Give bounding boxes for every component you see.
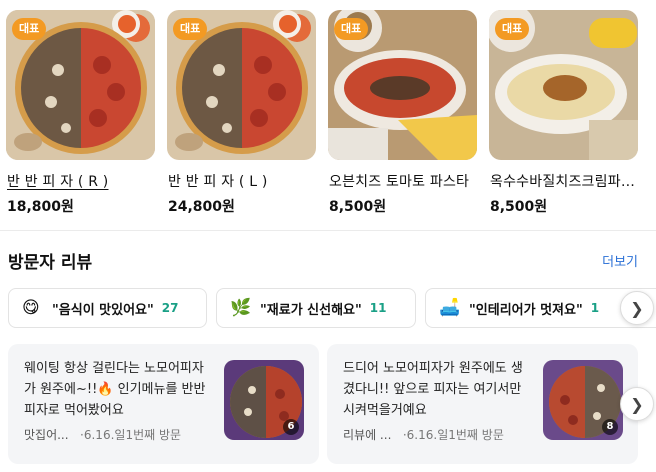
photo-count-badge: 8 [602,419,618,435]
review-card[interactable]: 드디어 노모어피자가 원주에도 생겼다니!! 앞으로 피자는 여기서만 시켜먹을… [327,344,638,464]
photo-count-badge: 6 [283,419,299,435]
keyword-chip[interactable]: 🌿 "재료가 신선해요" 11 [216,288,416,328]
review-meta: 맛집어... ·6.16.일1번째 방문 [24,426,181,443]
chevron-right-icon: ❯ [630,394,644,414]
review-author: 리뷰에 ... [343,428,392,442]
menu-item-name[interactable]: 오븐치즈 토마토 파스타 [329,171,479,191]
keyword-text: "인테리어가 멋져요" [469,302,583,318]
menu-item-price: 24,800원 [168,199,235,215]
chevron-right-icon: ❯ [630,298,644,318]
review-card[interactable]: 웨이팅 항상 걸린다는 노모어피자가 원주에~!!🔥 인기메뉴를 반반피자로 먹… [8,344,319,464]
review-text[interactable]: 웨이팅 항상 걸린다는 노모어피자가 원주에~!!🔥 인기메뉴를 반반피자로 먹… [24,358,212,421]
menu-item[interactable]: 대표 오븐치즈 토마토 파스타 8,500원 [328,10,478,215]
review-date: 6.16.일 [83,428,126,442]
review-date: 6.16.일 [406,428,449,442]
menu-item-price: 8,500원 [329,199,387,215]
keyword-count: 27 [161,301,179,315]
review-visit: 1번째 방문 [448,428,504,442]
signature-badge: 대표 [12,18,47,40]
more-link[interactable]: 더보기 [602,251,638,270]
menu-item-name[interactable]: 반 반 피 자 ( R ) [7,171,157,191]
menu-item[interactable]: 대표 옥수수바질치즈크림파스타 8,500원 [489,10,640,215]
keyword-count: 11 [369,301,387,315]
review-text[interactable]: 드디어 노모어피자가 원주에도 생겼다니!! 앞으로 피자는 여기서만 시켜먹을… [343,358,531,421]
meta-dot: · [395,428,407,442]
keyword-next-button[interactable]: ❯ [620,291,654,325]
review-meta: 리뷰에 ... ·6.16.일1번째 방문 [343,426,504,443]
keyword-text: "음식이 맛있어요" [52,302,154,318]
meta-dot: · [72,428,84,442]
menu-item-price: 8,500원 [490,199,548,215]
menu-item-price: 18,800원 [7,199,74,215]
menu-item-photo[interactable]: 대표 [328,10,477,160]
review-photo[interactable]: 6 [224,360,304,440]
keyword-count: 1 [590,301,600,315]
review-photo[interactable]: 8 [543,360,623,440]
delicious-face-icon: 😋 [22,298,40,318]
menu-list: 대표 반 반 피 자 ( R ) 18,800원 대표 반 반 피 자 (L … [6,10,656,220]
menu-item-photo[interactable]: 대표 [167,10,316,160]
section-title: 방문자 리뷰 [8,253,93,273]
signature-badge: 대표 [173,18,208,40]
menu-item-name[interactable]: 옥수수바질치즈크림파스타 [490,171,640,191]
keyword-chip[interactable]: 😋 "음식이 맛있어요" 27 [8,288,207,328]
menu-item-name[interactable]: 반 반 피 자 ( L ) [168,171,318,191]
keyword-text: "재료가 신선해요" [260,302,362,318]
signature-badge: 대표 [334,18,369,40]
menu-item[interactable]: 대표 반 반 피 자 ( R ) 18,800원 [6,10,156,215]
review-author: 맛집어... [24,428,69,442]
menu-item-photo[interactable]: 대표 [489,10,638,160]
section-divider [0,230,656,231]
signature-badge: 대표 [495,18,530,40]
review-visit: 1번째 방문 [125,428,182,442]
menu-item[interactable]: 대표 반 반 피 자 ( L ) 24,800원 [167,10,317,215]
keyword-list: 😋 "음식이 맛있어요" 27 🌿 "재료가 신선해요" 11 🛋️ "인테리어… [8,288,656,328]
sofa-icon: 🛋️ [439,298,461,318]
menu-item-photo[interactable]: 대표 [6,10,155,160]
review-next-button[interactable]: ❯ [620,387,654,421]
leaf-icon: 🌿 [230,298,252,318]
